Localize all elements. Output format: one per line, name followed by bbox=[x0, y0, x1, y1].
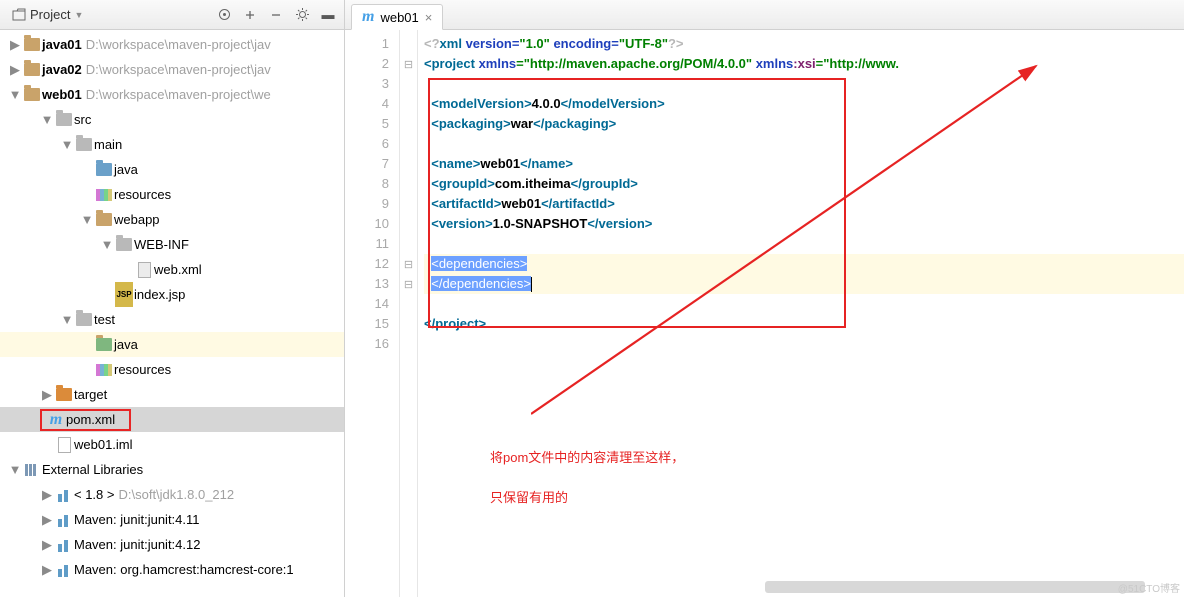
file-pom[interactable]: mpom.xml bbox=[0, 407, 344, 432]
external-libraries[interactable]: ▼External Libraries bbox=[0, 457, 344, 482]
file-indexjsp[interactable]: JSPindex.jsp bbox=[0, 282, 344, 307]
chevron-down-icon[interactable]: ▼ bbox=[8, 457, 22, 482]
maven-icon: m bbox=[362, 8, 374, 26]
chevron-down-icon: ▼ bbox=[74, 10, 83, 20]
module-java01[interactable]: ▶java01D:\workspace\maven-project\jav bbox=[0, 32, 344, 57]
gear-icon[interactable] bbox=[290, 3, 314, 27]
folder-webapp[interactable]: ▼webapp bbox=[0, 207, 344, 232]
chevron-right-icon[interactable]: ▶ bbox=[8, 32, 22, 57]
chevron-right-icon[interactable]: ▶ bbox=[8, 57, 22, 82]
folder-webinf[interactable]: ▼WEB-INF bbox=[0, 232, 344, 257]
fold-gutter: ⊟⊟⊟ bbox=[400, 30, 418, 597]
chevron-down-icon[interactable]: ▼ bbox=[80, 207, 94, 232]
project-toolbar: Project ▼ ▬ bbox=[0, 0, 344, 30]
editor-tabbar: m web01 × bbox=[345, 0, 1184, 30]
module-web01[interactable]: ▼web01D:\workspace\maven-project\we bbox=[0, 82, 344, 107]
project-icon bbox=[12, 8, 26, 22]
lib-hamcrest[interactable]: ▶Maven: org.hamcrest:hamcrest-core:1 bbox=[0, 557, 344, 582]
folder-test[interactable]: ▼test bbox=[0, 307, 344, 332]
locate-icon[interactable] bbox=[212, 3, 236, 27]
project-title[interactable]: Project ▼ bbox=[0, 7, 91, 22]
horizontal-scrollbar[interactable] bbox=[765, 581, 1145, 593]
folder-src[interactable]: ▼src bbox=[0, 107, 344, 132]
hide-icon[interactable]: ▬ bbox=[316, 3, 340, 27]
tab-label: web01 bbox=[380, 10, 418, 25]
folder-main[interactable]: ▼main bbox=[0, 132, 344, 157]
tab-web01[interactable]: m web01 × bbox=[351, 4, 443, 30]
editor-area: m web01 × 12345678910111213141516 ⊟⊟⊟ <?… bbox=[345, 0, 1184, 597]
project-panel: Project ▼ ▬ ▶java01D:\workspace\maven-pr… bbox=[0, 0, 345, 597]
module-java02[interactable]: ▶java02D:\workspace\maven-project\jav bbox=[0, 57, 344, 82]
expand-icon[interactable] bbox=[238, 3, 262, 27]
chevron-right-icon[interactable]: ▶ bbox=[40, 382, 54, 407]
lib-junit411[interactable]: ▶Maven: junit:junit:4.11 bbox=[0, 507, 344, 532]
text-cursor bbox=[531, 277, 532, 292]
chevron-down-icon[interactable]: ▼ bbox=[40, 107, 54, 132]
folder-java[interactable]: java bbox=[0, 157, 344, 182]
chevron-right-icon[interactable]: ▶ bbox=[40, 557, 54, 582]
code-content[interactable]: <?xml version="1.0" encoding="UTF-8"?> <… bbox=[418, 30, 1184, 597]
folder-target[interactable]: ▶target bbox=[0, 382, 344, 407]
fold-icon[interactable]: ⊟ bbox=[400, 54, 417, 74]
folder-test-resources[interactable]: resources bbox=[0, 357, 344, 382]
folder-test-java[interactable]: java bbox=[0, 332, 344, 357]
project-tree: ▶java01D:\workspace\maven-project\jav ▶j… bbox=[0, 30, 344, 597]
watermark: @51CTO博客 bbox=[1118, 580, 1180, 595]
chevron-down-icon[interactable]: ▼ bbox=[60, 132, 74, 157]
lib-junit412[interactable]: ▶Maven: junit:junit:4.12 bbox=[0, 532, 344, 557]
chevron-down-icon[interactable]: ▼ bbox=[100, 232, 114, 257]
file-iml[interactable]: web01.iml bbox=[0, 432, 344, 457]
fold-icon[interactable]: ⊟ bbox=[400, 254, 417, 274]
chevron-down-icon[interactable]: ▼ bbox=[8, 82, 22, 107]
fold-icon[interactable]: ⊟ bbox=[400, 274, 417, 294]
line-gutter: 12345678910111213141516 bbox=[345, 30, 400, 597]
chevron-right-icon[interactable]: ▶ bbox=[40, 532, 54, 557]
close-icon[interactable]: × bbox=[425, 10, 433, 25]
lib-jdk[interactable]: ▶< 1.8 >D:\soft\jdk1.8.0_212 bbox=[0, 482, 344, 507]
collapse-icon[interactable] bbox=[264, 3, 288, 27]
chevron-right-icon[interactable]: ▶ bbox=[40, 507, 54, 532]
file-webxml[interactable]: web.xml bbox=[0, 257, 344, 282]
chevron-down-icon[interactable]: ▼ bbox=[60, 307, 74, 332]
code-editor[interactable]: 12345678910111213141516 ⊟⊟⊟ <?xml versio… bbox=[345, 30, 1184, 597]
project-title-text: Project bbox=[30, 7, 70, 22]
chevron-right-icon[interactable]: ▶ bbox=[40, 482, 54, 507]
folder-resources[interactable]: resources bbox=[0, 182, 344, 207]
